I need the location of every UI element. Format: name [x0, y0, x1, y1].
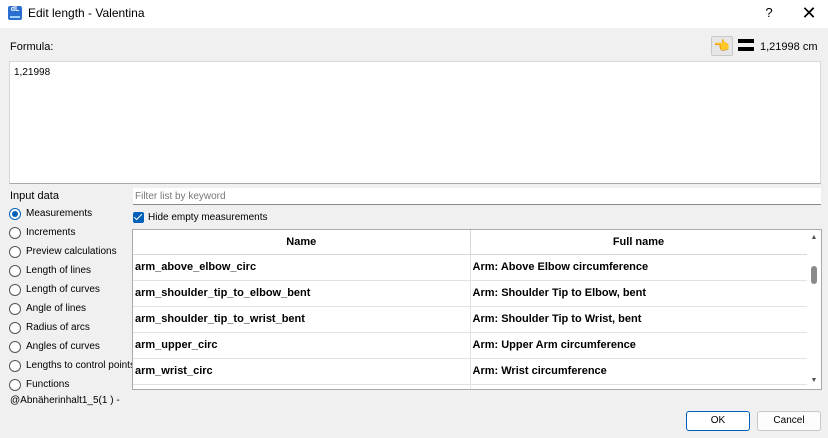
filter-input[interactable] — [133, 188, 821, 205]
hide-empty-checkbox[interactable]: Hide empty measurements — [133, 211, 268, 225]
radio-icon — [9, 360, 21, 372]
radio-length-of-curves[interactable]: Length of curves — [9, 280, 135, 299]
help-button[interactable]: ? — [758, 3, 780, 23]
cell-full-name — [470, 384, 808, 389]
input-data-label: Input data — [10, 190, 59, 202]
column-header-name[interactable]: Name — [133, 230, 471, 255]
radio-icon — [9, 379, 21, 391]
radio-icon — [9, 322, 21, 334]
radio-preview-calculations[interactable]: Preview calculations — [9, 242, 135, 261]
table-row[interactable]: arm_shoulder_tip_to_wrist_bent Arm: Shou… — [133, 306, 808, 333]
radio-radius-of-arcs[interactable]: Radius of arcs — [9, 318, 135, 337]
cell-full-name: Arm: Shoulder Tip to Elbow, bent — [470, 280, 808, 307]
radio-increments[interactable]: Increments — [9, 223, 135, 242]
table-row[interactable]: arm_above_elbow_circ Arm: Above Elbow ci… — [133, 254, 808, 281]
cell-name: arm_wrist_circ — [133, 358, 471, 385]
cancel-button[interactable]: Cancel — [757, 411, 821, 431]
table-row[interactable]: arm_wrist_circ Arm: Wrist circumference — [133, 358, 808, 385]
formula-label: Formula: — [10, 41, 54, 53]
cell-full-name: Arm: Above Elbow circumference — [470, 254, 808, 281]
valentina-app-icon: dL — [8, 6, 22, 20]
cell-full-name: Arm: Upper Arm circumference — [470, 332, 808, 359]
status-text: @Abnäherinhalt1_5(1 ) - — [10, 395, 120, 406]
radio-angles-of-curves[interactable]: Angles of curves — [9, 337, 135, 356]
equals-icon — [738, 38, 754, 52]
radio-lengths-to-control-points[interactable]: Lengths to control points — [9, 356, 135, 375]
table-row[interactable]: arm_shoulder_tip_to_elbow_bent Arm: Shou… — [133, 280, 808, 307]
radio-measurements[interactable]: Measurements — [9, 204, 135, 223]
checkbox-checked-icon — [133, 212, 144, 223]
column-header-full-name[interactable]: Full name — [470, 230, 808, 255]
vertical-scrollbar[interactable]: ▲ ▼ — [807, 230, 821, 389]
cell-name: arm_shoulder_tip_to_elbow_bent — [133, 280, 471, 307]
radio-icon — [9, 227, 21, 239]
scroll-down-arrow-icon[interactable]: ▼ — [807, 375, 821, 387]
window-title: Edit length - Valentina — [28, 6, 145, 20]
measurements-table: Name Full name arm_above_elbow_circ Arm:… — [132, 229, 822, 390]
cell-name: arm_above_elbow_circ — [133, 254, 471, 281]
input-data-radio-group: Measurements Increments Preview calculat… — [9, 204, 135, 394]
formula-result: 1,21998 cm — [760, 41, 818, 53]
cell-name: arm_upper_circ — [133, 332, 471, 359]
cell-full-name: Arm: Wrist circumference — [470, 358, 808, 385]
cell-name: arm_shoulder_tip_to_wrist_bent — [133, 306, 471, 333]
formula-editor[interactable]: 1,21998 — [9, 61, 821, 184]
radio-icon — [9, 303, 21, 315]
radio-selected-icon — [9, 208, 21, 220]
radio-icon — [9, 284, 21, 296]
cell-full-name: Arm: Shoulder Tip to Wrist, bent — [470, 306, 808, 333]
radio-functions[interactable]: Functions — [9, 375, 135, 394]
table-row[interactable] — [133, 384, 808, 389]
table-header: Name Full name — [133, 230, 808, 255]
close-button[interactable]: ✕ — [796, 3, 822, 23]
scroll-thumb[interactable] — [811, 266, 817, 284]
ok-button[interactable]: OK — [686, 411, 750, 431]
scroll-up-arrow-icon[interactable]: ▲ — [807, 232, 821, 244]
radio-icon — [9, 246, 21, 258]
radio-icon — [9, 341, 21, 353]
hand-pointer-icon[interactable]: 👈 — [711, 36, 733, 56]
cell-name — [133, 384, 471, 389]
title-bar: dL Edit length - Valentina ? ✕ — [0, 0, 828, 28]
table-row[interactable]: arm_upper_circ Arm: Upper Arm circumfere… — [133, 332, 808, 359]
hide-empty-label: Hide empty measurements — [148, 212, 268, 223]
radio-icon — [9, 265, 21, 277]
radio-length-of-lines[interactable]: Length of lines — [9, 261, 135, 280]
radio-angle-of-lines[interactable]: Angle of lines — [9, 299, 135, 318]
